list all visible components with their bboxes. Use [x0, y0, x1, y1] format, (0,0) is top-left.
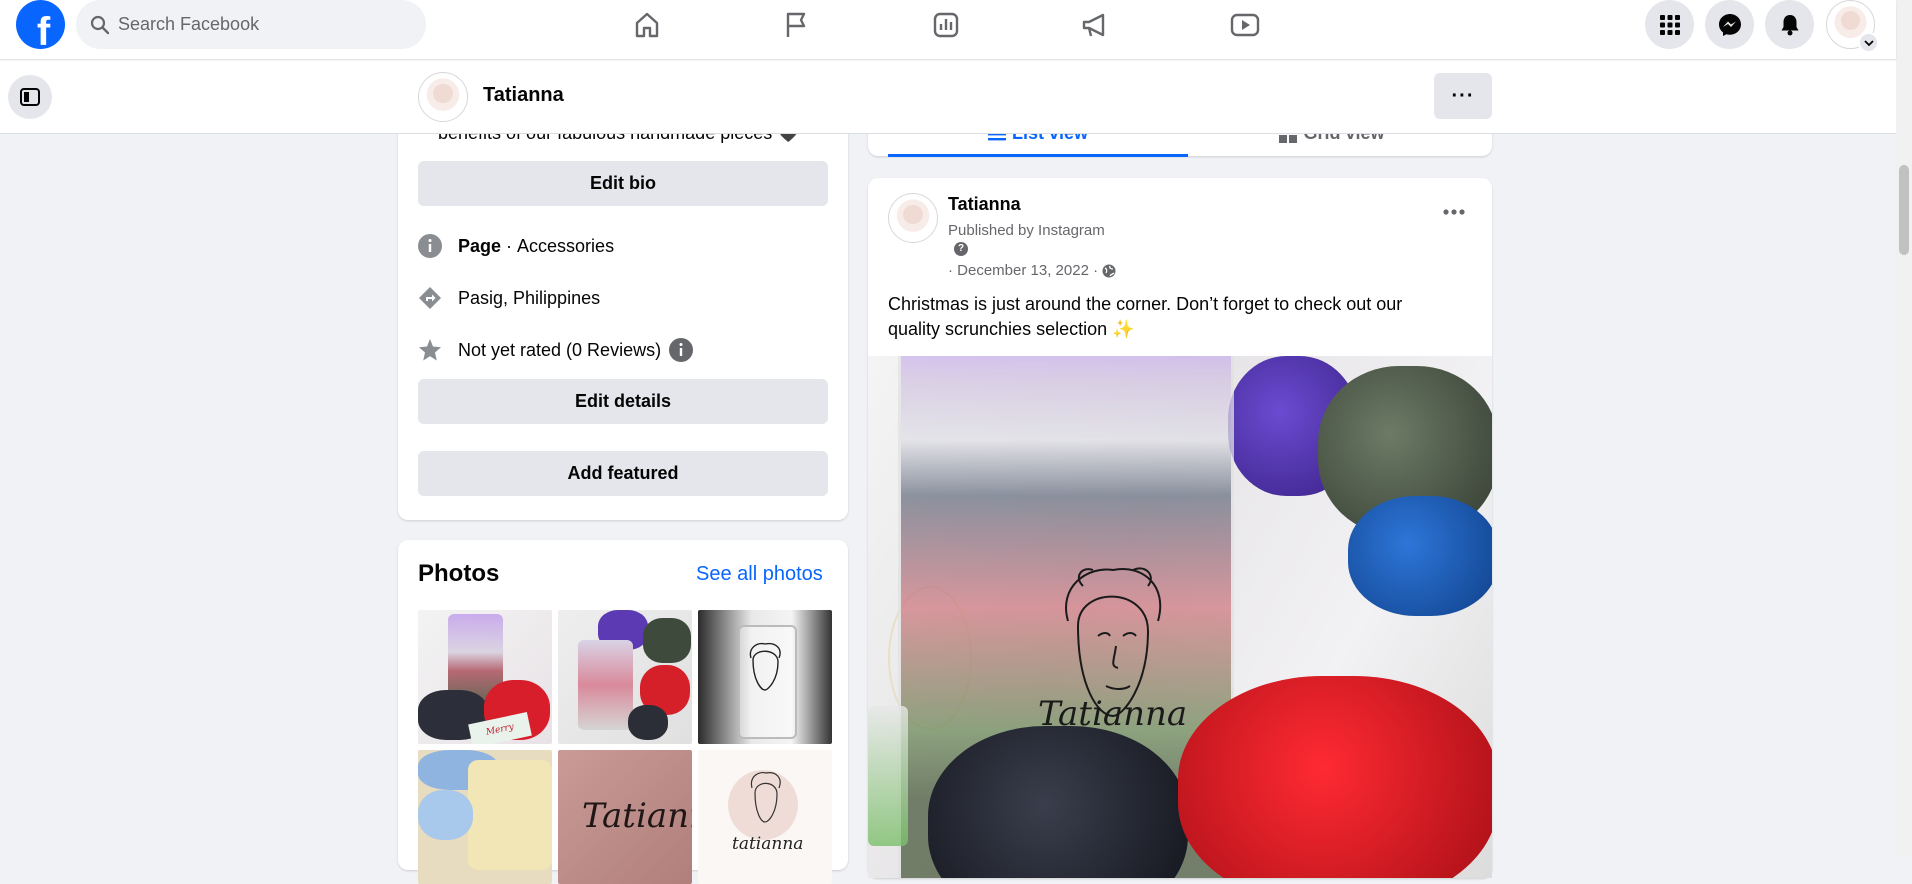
add-featured-button[interactable]: Add featured	[418, 451, 828, 496]
directions-icon	[419, 287, 441, 309]
edit-details-button[interactable]: Edit details	[418, 379, 828, 424]
search-box[interactable]	[76, 0, 426, 49]
photo-tatianna-logo-pink[interactable]: Tatianna	[558, 750, 692, 884]
photo-tatianna-logo-line[interactable]: tatianna	[698, 750, 832, 884]
post-card: Tatianna Published by Instagram ? · Dece…	[868, 178, 1492, 878]
scrollbar-thumb[interactable]	[1899, 165, 1909, 255]
search-icon	[90, 15, 110, 34]
insights-icon[interactable]	[916, 6, 976, 44]
post-text: Christmas is just around the corner. Don…	[888, 292, 1402, 342]
post-date[interactable]: · December 13, 2022 ·	[948, 262, 1098, 279]
page-scrollbar[interactable]	[1896, 0, 1912, 856]
page-name[interactable]: Tatianna	[483, 84, 564, 107]
photo-caption: tatianna	[732, 834, 804, 854]
see-all-photos-link[interactable]: See all photos	[696, 563, 823, 586]
menu-grid-icon[interactable]	[1645, 0, 1694, 49]
star-icon	[419, 339, 441, 361]
info-icon	[418, 234, 442, 258]
category-sep: ·	[501, 235, 518, 256]
help-icon[interactable]: ?	[954, 242, 968, 256]
more-options-button[interactable]: ···	[1434, 73, 1492, 119]
post-meta: · December 13, 2022 ·	[948, 262, 1116, 279]
video-icon[interactable]	[1215, 6, 1275, 44]
post-text-line-1: Christmas is just around the corner. Don…	[888, 294, 1403, 314]
post-author-avatar[interactable]	[888, 193, 938, 243]
panel-toggle-icon[interactable]	[8, 75, 52, 119]
category-value: Accessories	[517, 235, 615, 256]
post-author-name[interactable]: Tatianna	[948, 194, 1021, 215]
post-image[interactable]: Tatianna	[868, 356, 1492, 878]
photo-caption: Tatianna	[582, 796, 692, 836]
photo-tumbler-scrunchies[interactable]: Merry Christmas!	[418, 610, 552, 744]
flag-icon[interactable]	[766, 6, 826, 44]
page-avatar[interactable]	[418, 72, 468, 122]
post-options-button[interactable]	[1436, 194, 1472, 230]
facebook-logo-icon[interactable]: f	[16, 0, 65, 49]
photos-title: Photos	[418, 560, 500, 587]
more-dots-icon	[1443, 209, 1465, 215]
active-tab-indicator	[888, 154, 1188, 157]
location-text[interactable]: Pasig, Philippines	[458, 288, 600, 309]
photo-scrunchies-box[interactable]	[418, 750, 552, 884]
published-by-text: Published by Instagram	[948, 222, 1105, 239]
edit-bio-button[interactable]: Edit bio	[418, 161, 828, 206]
location-row: Pasig, Philippines	[418, 286, 600, 310]
post-text-line-2: quality scrunchies selection ✨	[888, 319, 1135, 339]
home-icon[interactable]	[617, 6, 677, 44]
messenger-icon[interactable]	[1705, 0, 1754, 49]
top-navigation-bar: f	[0, 0, 1896, 59]
intro-card: benefits of our fabulous handmade pieces…	[398, 100, 848, 520]
bell-icon[interactable]	[1765, 0, 1814, 49]
page-header-bar: Tatianna ···	[0, 60, 1896, 134]
megaphone-icon[interactable]	[1065, 6, 1125, 44]
rating-row: Not yet rated (0 Reviews)	[418, 338, 694, 362]
globe-icon	[1102, 264, 1116, 277]
chevron-down-icon[interactable]	[1858, 32, 1879, 53]
photos-card: Photos See all photos Merry Christmas! T…	[398, 540, 848, 884]
rating-text: Not yet rated (0 Reviews)	[458, 339, 662, 360]
info-icon[interactable]	[669, 338, 694, 362]
search-input[interactable]	[116, 13, 410, 36]
photo-tumbler-bw[interactable]	[698, 610, 832, 744]
category-label: Page	[458, 235, 502, 256]
photo-tumbler-pink-scrunchies[interactable]	[558, 610, 692, 744]
category-row: Page · Accessories	[418, 234, 614, 258]
